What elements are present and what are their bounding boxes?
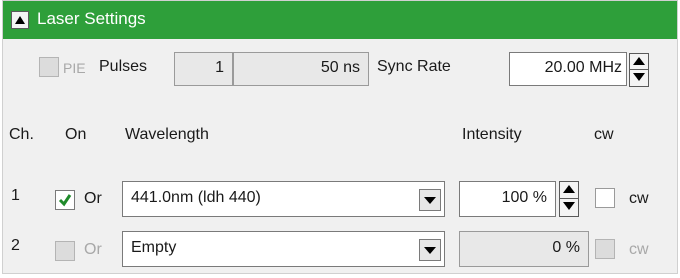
triangle-up-icon xyxy=(15,16,25,24)
pulses-width-value: 50 ns xyxy=(320,59,360,76)
pulses-label: Pulses xyxy=(99,58,148,75)
channel-2-cw-checkbox[interactable] xyxy=(595,239,615,259)
channel-1-or-label: Or xyxy=(84,190,102,207)
channel-1-intensity-field[interactable]: 100 % xyxy=(459,181,556,217)
spin-up-icon xyxy=(563,185,575,193)
channel-2-intensity-value: 0 % xyxy=(552,239,580,256)
laser-settings-panel: Laser Settings PIE Pulses 1 50 ns Sync R… xyxy=(2,0,678,274)
channel-1-cw-label: cw xyxy=(629,190,649,207)
channel-2-cw-label: cw xyxy=(629,241,649,258)
channel-1-number: 1 xyxy=(11,187,20,204)
channel-2-intensity-field[interactable]: 0 % xyxy=(459,231,589,267)
pulses-width-field[interactable]: 50 ns xyxy=(233,52,369,86)
pulses-count-value: 1 xyxy=(215,59,224,76)
channel-2-or-label: Or xyxy=(84,241,102,258)
channel-2-dropdown-button[interactable] xyxy=(419,239,441,261)
spin-down-icon xyxy=(633,73,645,81)
chevron-down-icon xyxy=(424,197,436,204)
panel-title: Laser Settings xyxy=(37,9,146,28)
chevron-down-icon xyxy=(424,247,436,254)
panel-header: Laser Settings xyxy=(3,1,677,39)
channel-1-dropdown-button[interactable] xyxy=(419,189,441,211)
channel-1-intensity-value: 100 % xyxy=(501,189,547,206)
channel-2-wavelength-value: Empty xyxy=(131,239,177,256)
sync-rate-spin-down[interactable] xyxy=(630,70,648,86)
channel-1-wavelength-value: 441.0nm (ldh 440) xyxy=(131,189,261,206)
column-wavelength: Wavelength xyxy=(125,126,209,143)
channel-1-spin-up[interactable] xyxy=(560,182,578,199)
column-on: On xyxy=(65,126,87,143)
channel-2-on-checkbox[interactable] xyxy=(55,241,75,261)
pulses-count-field[interactable]: 1 xyxy=(174,52,233,86)
sync-rate-spinner[interactable] xyxy=(629,53,649,87)
channel-1-cw-checkbox[interactable] xyxy=(595,188,615,208)
column-intensity: Intensity xyxy=(462,126,522,143)
channel-1-intensity-spinner[interactable] xyxy=(559,181,579,217)
sync-rate-spin-up[interactable] xyxy=(630,54,648,70)
column-cw: cw xyxy=(594,126,614,143)
collapse-button[interactable] xyxy=(11,11,29,29)
pie-label: PIE xyxy=(63,60,86,76)
sync-rate-value: 20.00 MHz xyxy=(544,59,622,76)
channel-1-on-checkbox[interactable] xyxy=(55,190,75,210)
channel-2-number: 2 xyxy=(11,237,20,254)
spin-down-icon xyxy=(563,202,575,210)
column-ch: Ch. xyxy=(9,126,34,143)
channel-1-wavelength-select[interactable]: 441.0nm (ldh 440) xyxy=(122,181,445,217)
sync-rate-field[interactable]: 20.00 MHz xyxy=(509,52,627,86)
pie-checkbox[interactable] xyxy=(39,57,59,77)
sync-rate-label: Sync Rate xyxy=(377,58,451,75)
checkmark-icon xyxy=(58,194,72,207)
channel-2-wavelength-select[interactable]: Empty xyxy=(122,231,445,267)
spin-up-icon xyxy=(633,57,645,65)
channel-1-spin-down[interactable] xyxy=(560,199,578,216)
